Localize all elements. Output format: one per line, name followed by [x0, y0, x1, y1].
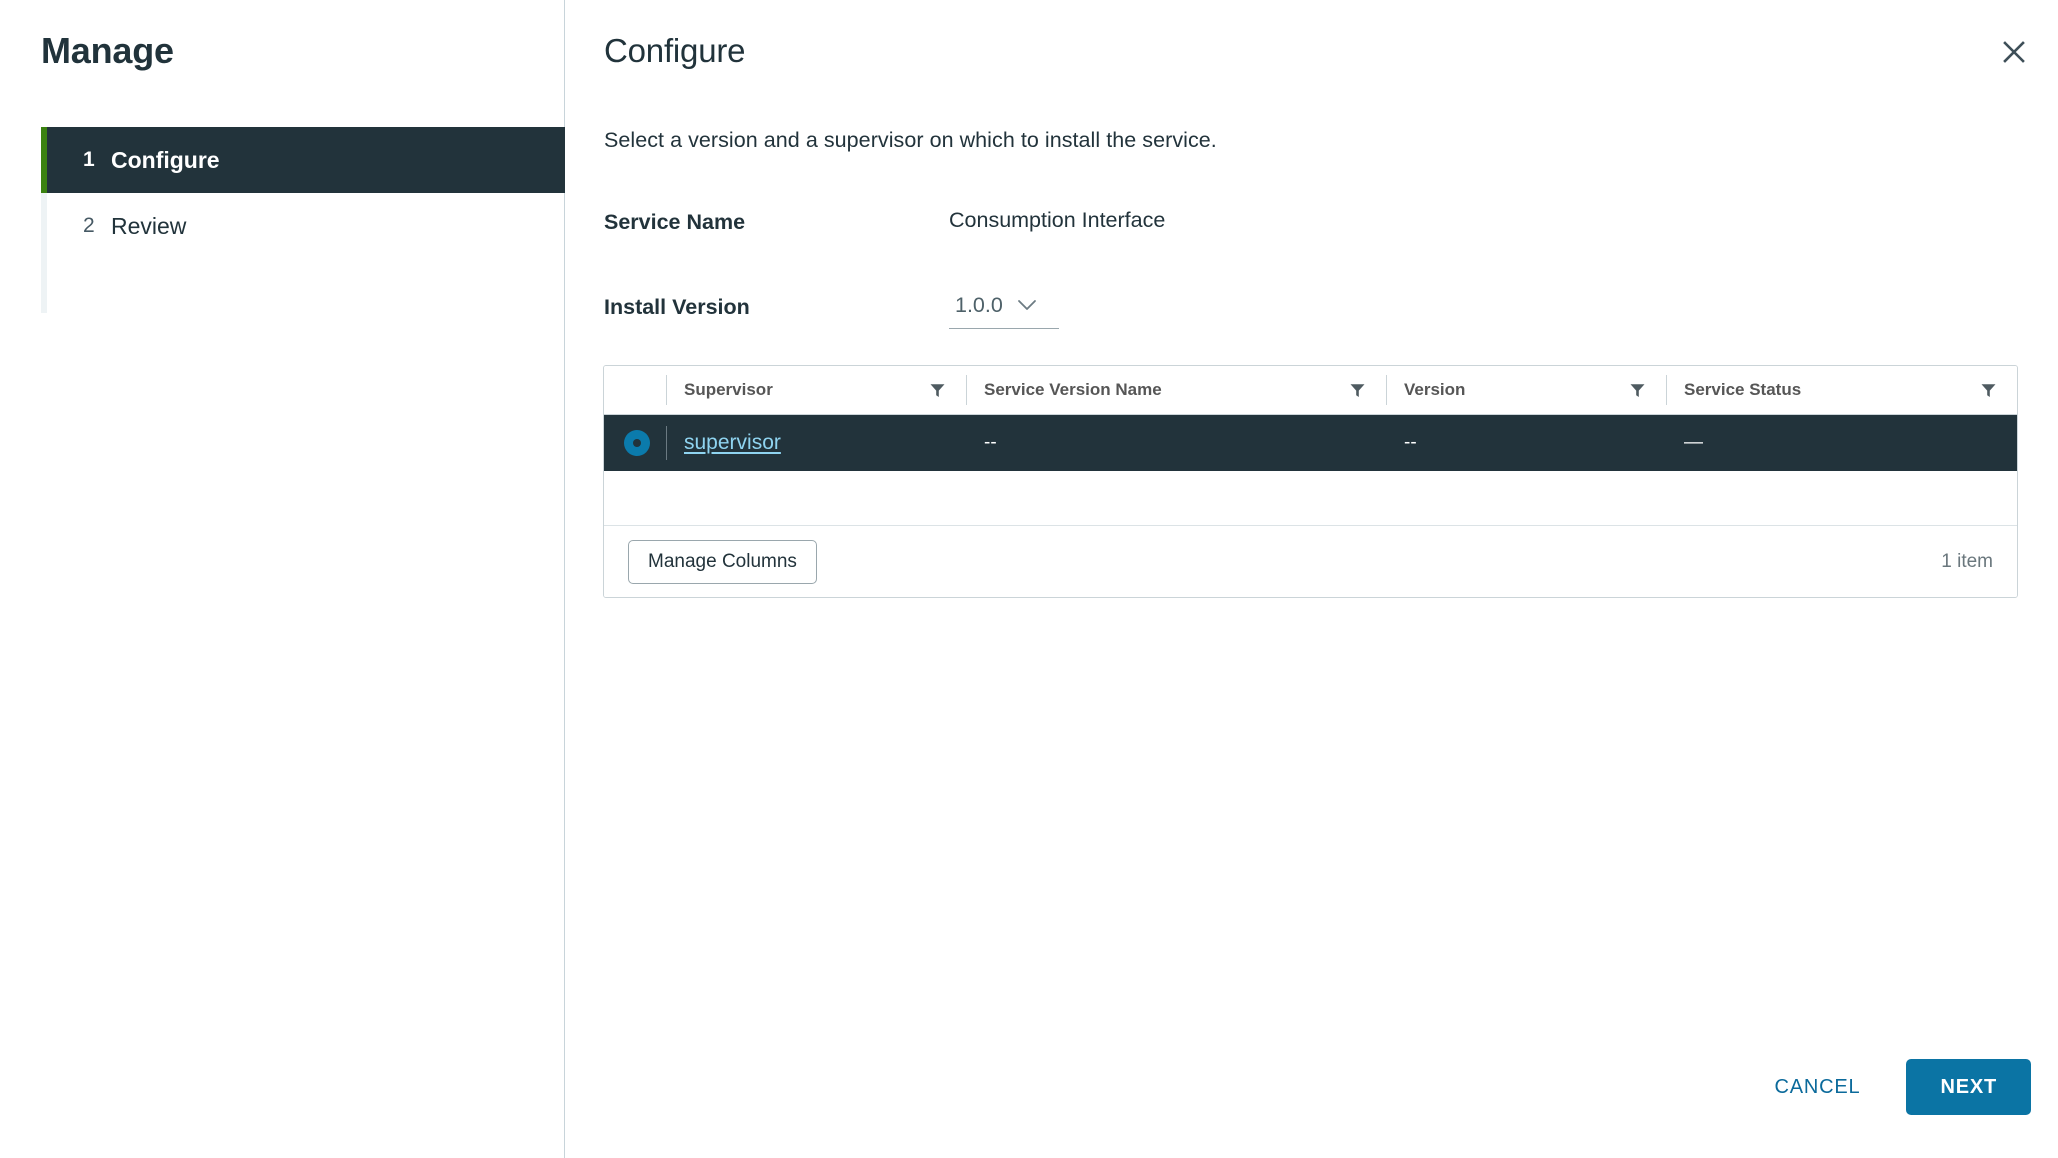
- step-label: Configure: [111, 146, 220, 173]
- cell-service-version-name: --: [966, 415, 1386, 471]
- service-name-label: Service Name: [604, 210, 746, 234]
- cancel-button[interactable]: CANCEL: [1751, 1062, 1885, 1113]
- cell-value: --: [984, 432, 997, 453]
- sidebar-title: Manage: [41, 30, 174, 71]
- step-number: 1: [83, 148, 95, 171]
- sidebar-step-configure[interactable]: 1 Configure: [47, 127, 565, 193]
- chevron-down-icon: [1017, 300, 1036, 310]
- filter-icon: [1981, 383, 1996, 397]
- filter-icon-supervisor[interactable]: [919, 382, 966, 399]
- cell-value: --: [1404, 432, 1417, 453]
- datagrid-footer: Manage Columns 1 item: [604, 526, 2017, 597]
- wizard-step-list: 1 Configure 2 Review: [41, 127, 565, 313]
- filter-icon: [1630, 383, 1645, 397]
- column-header-supervisor[interactable]: Supervisor: [666, 366, 966, 414]
- step-label: Review: [111, 212, 187, 239]
- filter-icon-version[interactable]: [1619, 382, 1666, 399]
- datagrid-empty-space: [604, 471, 2017, 526]
- close-icon: [2003, 41, 2025, 63]
- supervisor-datagrid: Supervisor Service Version Name Version …: [603, 365, 2018, 598]
- column-header-select: [604, 366, 666, 414]
- radio-dot-icon: [633, 439, 641, 447]
- supervisor-link[interactable]: supervisor: [684, 431, 781, 455]
- install-version-selected-value: 1.0.0: [955, 293, 1003, 317]
- panel-description: Select a version and a supervisor on whi…: [604, 128, 1217, 152]
- install-version-select[interactable]: 1.0.0: [949, 293, 1059, 329]
- field-row-service-name: Service Name Consumption Interface: [604, 208, 2004, 235]
- step-number: 2: [83, 214, 95, 237]
- column-header-label: Supervisor: [684, 380, 773, 399]
- column-header-label: Service Version Name: [984, 380, 1162, 399]
- column-header-service-status[interactable]: Service Status: [1666, 366, 2017, 414]
- page-title: Configure: [604, 32, 746, 69]
- item-count-label: 1 item: [1941, 550, 1993, 572]
- datagrid-header-row: Supervisor Service Version Name Version …: [604, 366, 2017, 415]
- sidebar-step-review[interactable]: 2 Review: [47, 193, 565, 259]
- cell-supervisor: supervisor: [666, 415, 966, 471]
- filter-icon-service-version-name[interactable]: [1339, 382, 1386, 399]
- next-button[interactable]: NEXT: [1906, 1059, 2031, 1115]
- dialog-actions: CANCEL NEXT: [1751, 1059, 2031, 1115]
- wizard-main-panel: Configure Select a version and a supervi…: [565, 0, 2058, 1158]
- column-header-label: Version: [1404, 380, 1466, 399]
- filter-icon-service-status[interactable]: [1970, 382, 2017, 399]
- manage-columns-button[interactable]: Manage Columns: [628, 539, 817, 584]
- close-button[interactable]: [1990, 28, 2038, 76]
- column-header-label: Service Status: [1684, 380, 1802, 399]
- column-header-service-version-name[interactable]: Service Version Name: [966, 366, 1386, 414]
- row-select-cell[interactable]: [604, 415, 666, 471]
- field-row-install-version: Install Version 1.0.0: [604, 293, 2004, 329]
- wizard-sidebar: Manage 1 Configure 2 Review: [0, 0, 565, 1158]
- install-version-label: Install Version: [604, 295, 750, 319]
- filter-icon: [930, 383, 945, 397]
- row-radio-button[interactable]: [624, 430, 650, 456]
- service-name-value: Consumption Interface: [949, 208, 1166, 232]
- cell-version: --: [1386, 415, 1666, 471]
- cell-service-status: —: [1666, 415, 2017, 471]
- table-row[interactable]: supervisor -- -- —: [604, 415, 2017, 471]
- wizard-dialog: Manage 1 Configure 2 Review Configure Se…: [0, 0, 2058, 1158]
- cell-value: —: [1684, 432, 1703, 453]
- column-header-version[interactable]: Version: [1386, 366, 1666, 414]
- filter-icon: [1350, 383, 1365, 397]
